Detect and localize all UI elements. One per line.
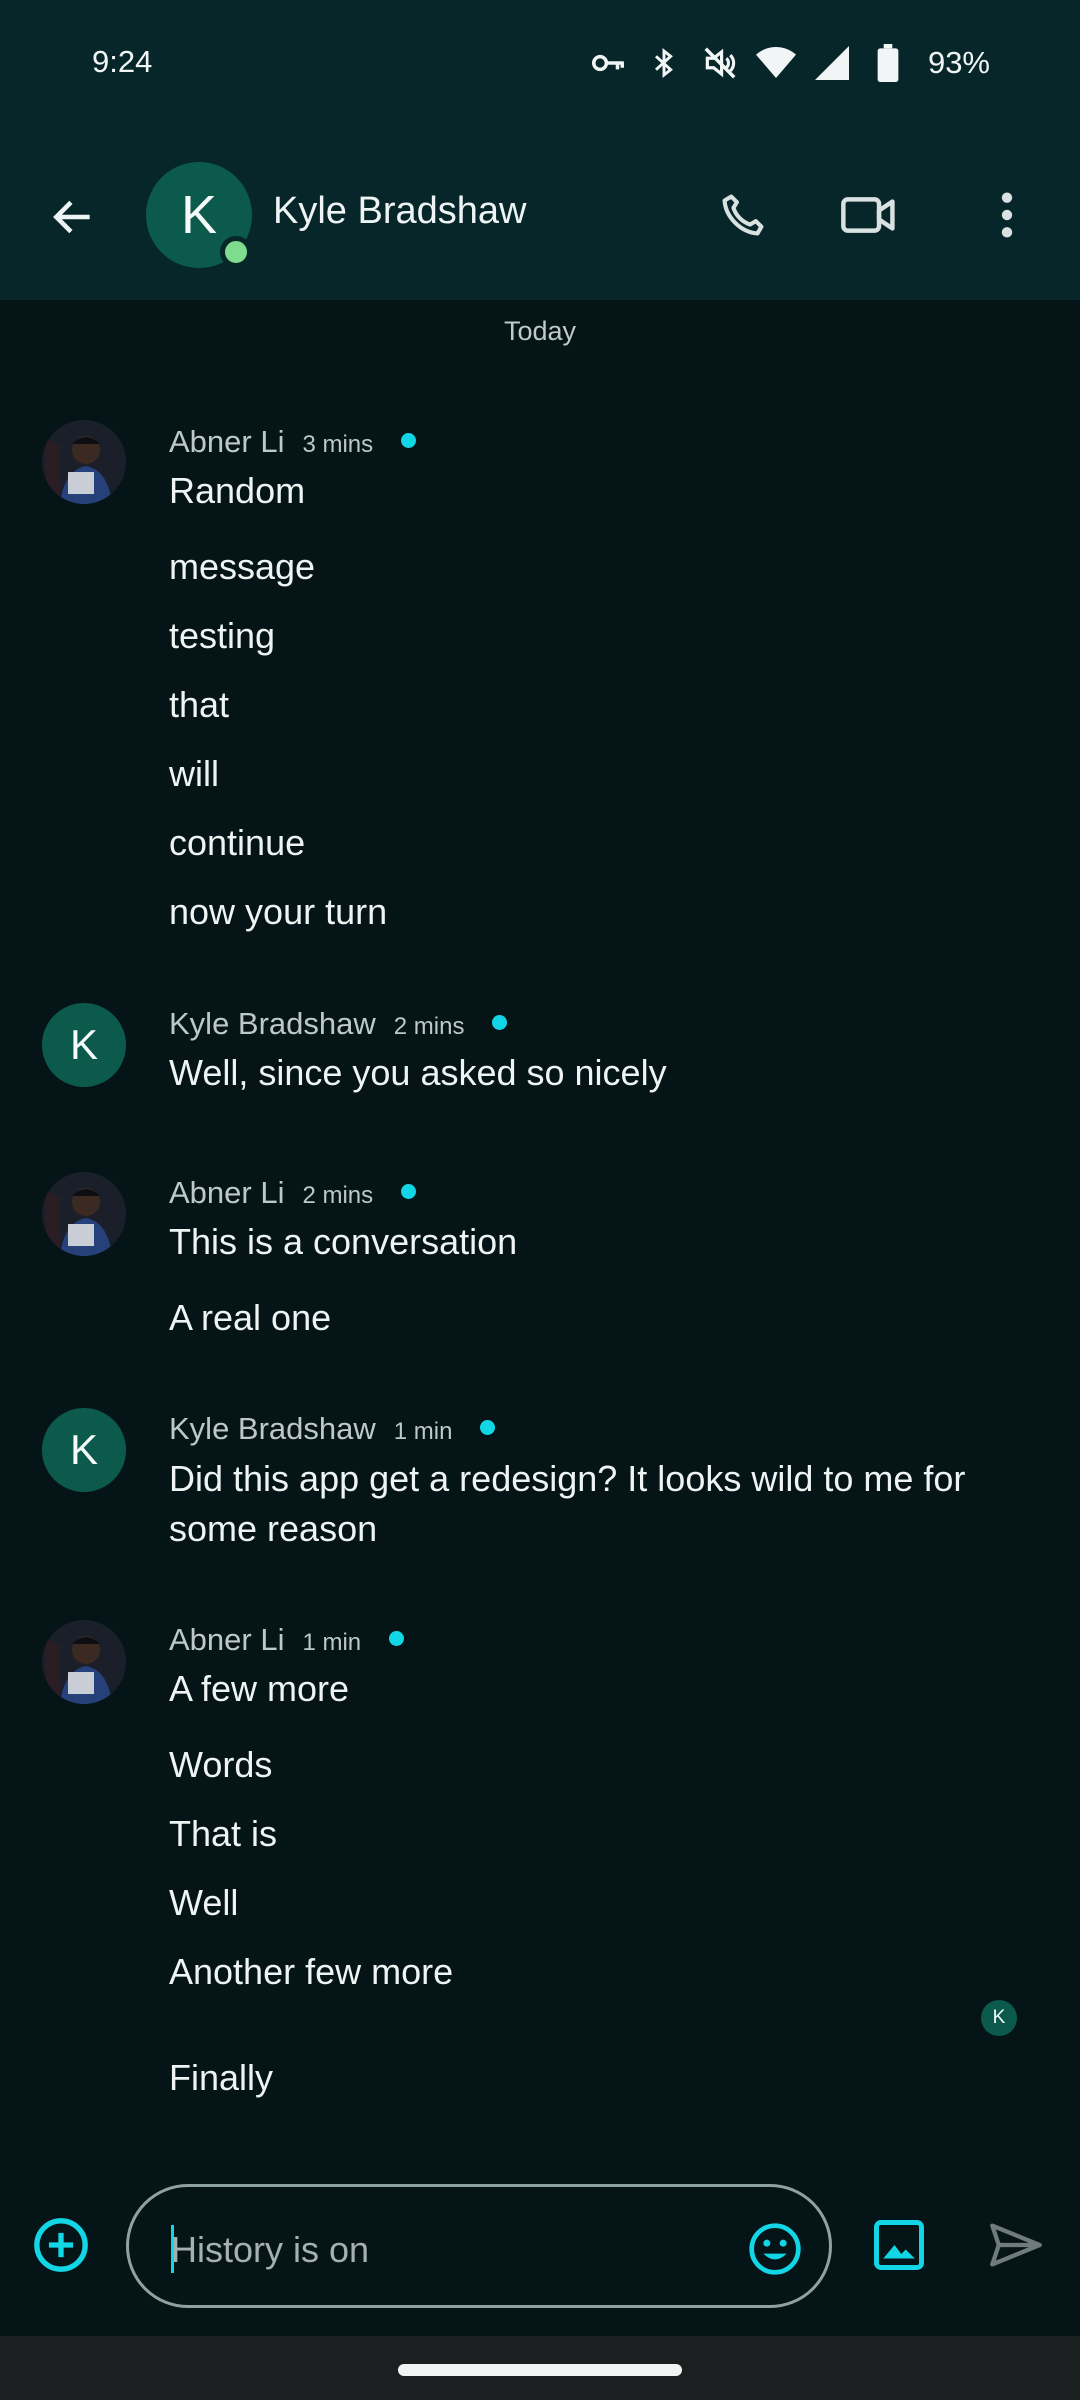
message-text[interactable]: Finally [169, 2057, 273, 2099]
image-icon [874, 2220, 924, 2270]
voice-call-button[interactable] [698, 170, 788, 260]
video-call-icon [841, 197, 895, 233]
message-text[interactable]: continue [169, 822, 305, 864]
message-text[interactable]: will [169, 753, 219, 795]
message-text[interactable]: Did this app get a redesign? It looks wi… [169, 1454, 1029, 1554]
presence-indicator [220, 236, 252, 268]
back-button[interactable] [38, 182, 108, 252]
avatar[interactable] [42, 1620, 126, 1704]
vpn-key-icon [588, 43, 628, 83]
avatar[interactable]: K [42, 1003, 126, 1087]
message-time: 1 min [393, 1418, 453, 1445]
header-area: 9:24 93% K Kyle Bradshaw [0, 0, 1080, 300]
profile-photo [42, 1620, 126, 1704]
emoji-icon [749, 2223, 801, 2275]
message-composer [0, 2170, 1080, 2320]
chat-screen: 9:24 93% K Kyle Bradshaw Today Abner Li … [0, 0, 1080, 2400]
message-text[interactable]: Words [169, 1744, 272, 1786]
back-arrow-icon [53, 200, 90, 234]
message-text[interactable]: Another few more [169, 1951, 453, 1993]
date-separator: Today [503, 316, 577, 346]
add-attachment-button[interactable] [30, 2214, 92, 2276]
mute-icon [700, 43, 740, 83]
message-text[interactable]: Random [169, 470, 305, 512]
wifi-icon [755, 43, 796, 83]
read-receipt-avatar: K [981, 2000, 1017, 2036]
contact-name[interactable]: Kyle Bradshaw [273, 190, 526, 233]
unread-indicator [480, 1420, 496, 1435]
unread-indicator [492, 1015, 508, 1030]
message-text[interactable]: testing [169, 615, 275, 657]
message-header: Kyle Bradshaw 1 min [169, 1411, 496, 1447]
message-time: 1 min [302, 1629, 362, 1656]
message-input[interactable] [171, 2225, 711, 2275]
send-button[interactable] [985, 2214, 1047, 2276]
message-text[interactable]: This is a conversation [169, 1221, 517, 1263]
unread-indicator [389, 1631, 405, 1646]
navigation-bar [0, 2336, 1080, 2400]
message-time: 2 mins [302, 1182, 374, 1209]
cellular-icon [812, 43, 852, 83]
message-header: Kyle Bradshaw 2 mins [169, 1006, 508, 1042]
sender-name: Abner Li [169, 1622, 285, 1657]
more-options-button[interactable] [962, 170, 1052, 260]
profile-photo [42, 1172, 126, 1256]
message-text[interactable]: Well, since you asked so nicely [169, 1052, 667, 1094]
unread-indicator [401, 1184, 417, 1199]
message-text[interactable]: Well [169, 1882, 238, 1924]
message-text[interactable]: message [169, 546, 315, 588]
sender-name: Abner Li [169, 424, 285, 459]
status-icons: 93% [588, 40, 990, 86]
message-time: 2 mins [393, 1013, 465, 1040]
message-header: Abner Li 3 mins [169, 424, 417, 460]
message-text[interactable]: now your turn [169, 891, 387, 933]
battery-percent: 93% [927, 45, 990, 80]
message-header: Abner Li 2 mins [169, 1175, 417, 1211]
more-vert-icon [1001, 192, 1013, 238]
video-call-button[interactable] [824, 170, 914, 260]
message-text[interactable]: A few more [169, 1668, 349, 1710]
message-text[interactable]: That is [169, 1813, 277, 1855]
avatar[interactable] [42, 1172, 126, 1256]
sender-name: Kyle Bradshaw [169, 1411, 376, 1446]
message-text[interactable]: A real one [169, 1297, 331, 1339]
message-input-container[interactable] [126, 2184, 832, 2308]
phone-icon [722, 194, 764, 236]
avatar[interactable]: K [42, 1408, 126, 1492]
status-bar: 9:24 93% [0, 0, 1080, 130]
home-gesture-handle[interactable] [398, 2364, 682, 2376]
status-time: 9:24 [92, 44, 153, 79]
message-text[interactable]: that [169, 684, 229, 726]
sender-name: Abner Li [169, 1175, 285, 1210]
battery-icon [868, 43, 908, 83]
profile-photo [42, 420, 126, 504]
text-cursor [171, 2225, 174, 2273]
unread-indicator [401, 433, 417, 448]
add-circle-icon [34, 2218, 88, 2272]
insert-image-button[interactable] [868, 2214, 930, 2276]
app-bar: K Kyle Bradshaw [0, 140, 1080, 290]
send-icon [990, 2223, 1042, 2267]
emoji-button[interactable] [745, 2219, 805, 2279]
avatar[interactable] [42, 420, 126, 504]
message-header: Abner Li 1 min [169, 1622, 405, 1658]
bluetooth-icon [644, 43, 684, 83]
sender-name: Kyle Bradshaw [169, 1006, 376, 1041]
message-time: 3 mins [302, 431, 374, 458]
